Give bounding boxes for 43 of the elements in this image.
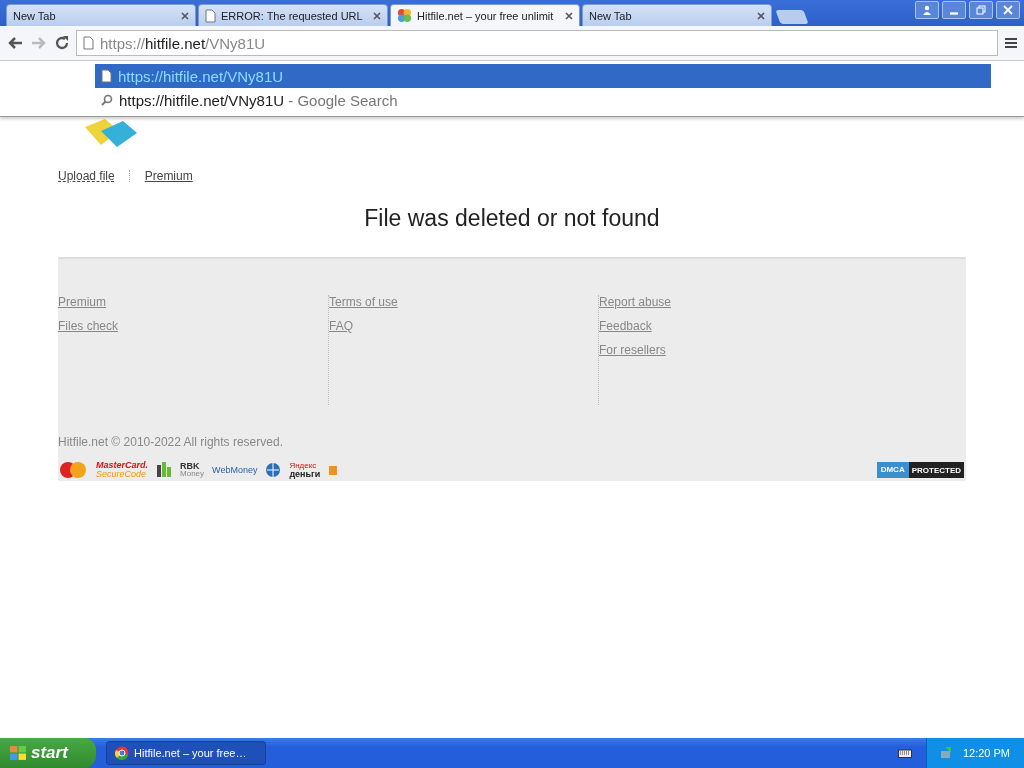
nav-link[interactable]: Upload file (58, 169, 115, 183)
close-icon[interactable] (757, 11, 765, 20)
close-icon (1003, 5, 1013, 15)
windows-logo-icon (10, 746, 26, 760)
close-button[interactable] (996, 1, 1020, 19)
close-icon[interactable] (565, 11, 573, 20)
user-icon (922, 5, 932, 15)
nav-link[interactable]: Premium (144, 169, 193, 183)
rbk-logo-icon (156, 461, 173, 479)
page-icon (83, 36, 94, 50)
page-icon (101, 69, 112, 83)
taskbar-window-button[interactable]: Hitfile.net – your free… (106, 741, 266, 765)
rbk-money-logo: RBK Money (180, 462, 205, 478)
page-icon (205, 8, 216, 23)
dmca-badge[interactable]: DMCA PROTECTED (876, 462, 964, 478)
user-button[interactable] (915, 1, 939, 19)
start-button[interactable]: start (0, 738, 96, 768)
address-bar[interactable]: https://hitfile.net/VNy81U (76, 30, 998, 56)
browser-tab[interactable]: New Tab (6, 4, 196, 26)
copyright-text: Hitfile.net © 2010-2022 All rights reserved. (58, 435, 284, 449)
new-tab-button[interactable] (775, 10, 809, 24)
reload-icon[interactable] (54, 35, 70, 51)
minimize-icon (950, 11, 958, 15)
webmoney-logo: WebMoney (212, 465, 258, 475)
menu-icon[interactable] (1004, 37, 1018, 49)
browser-tab[interactable]: ERROR: The requested URL (198, 4, 388, 26)
back-icon[interactable] (6, 35, 24, 51)
clock: 12:20 PM (962, 747, 1010, 759)
keyboard-icon[interactable] (897, 748, 912, 758)
restore-button[interactable] (969, 1, 993, 19)
browser-tab[interactable]: New Tab (582, 4, 772, 26)
error-message: File was deleted or not found (363, 205, 661, 232)
browser-tab[interactable]: Hitfile.net – your free unlimit (390, 4, 580, 26)
restore-icon (976, 5, 986, 15)
globe-icon (265, 462, 282, 478)
mastercard-securecode-logo: MasterCard. SecureCode (96, 461, 149, 479)
search-icon (101, 94, 113, 106)
suggestion-item[interactable]: https://hitfile.net/VNy81U - Google Search (95, 88, 991, 112)
browser-icon (115, 746, 129, 760)
suggestion-item[interactable]: https://hitfile.net/VNy81U (95, 64, 991, 88)
close-icon[interactable] (181, 11, 189, 20)
close-icon[interactable] (373, 11, 381, 20)
yandex-money-logo: Яндекс деньги (289, 462, 321, 478)
